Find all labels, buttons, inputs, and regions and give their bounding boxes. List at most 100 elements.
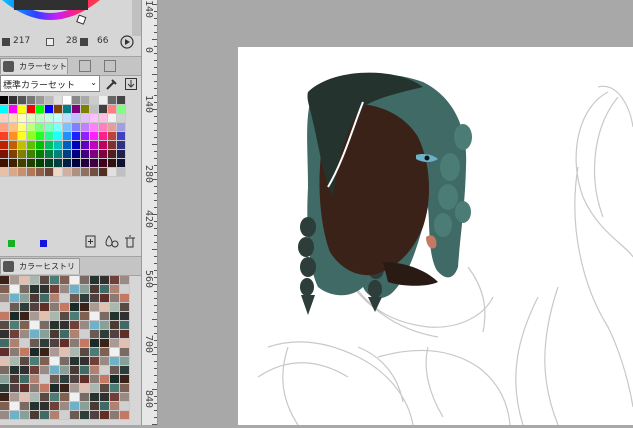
history-swatch[interactable] [60,339,70,348]
history-swatch[interactable] [50,330,60,339]
color-swatch[interactable] [0,96,9,105]
history-swatch[interactable] [70,357,80,366]
color-swatch[interactable] [117,141,126,150]
history-swatch[interactable] [60,357,70,366]
history-swatch[interactable] [100,285,110,294]
color-swatch[interactable] [18,96,27,105]
history-swatch[interactable] [100,357,110,366]
color-swatch[interactable] [54,105,63,114]
color-swatch[interactable] [36,150,45,159]
swatch-green[interactable] [8,240,15,247]
history-swatch[interactable] [40,366,50,375]
history-swatch[interactable] [80,384,90,393]
color-swatch[interactable] [27,141,36,150]
history-swatch[interactable] [30,285,40,294]
history-swatch[interactable] [30,402,40,411]
history-swatch[interactable] [110,375,120,384]
color-swatch[interactable] [36,132,45,141]
color-swatch[interactable] [27,105,36,114]
color-swatch[interactable] [9,105,18,114]
color-swatch[interactable] [54,150,63,159]
color-swatch[interactable] [90,105,99,114]
color-wheel[interactable] [0,0,141,36]
history-swatch[interactable] [110,393,120,402]
drop-icon[interactable] [103,235,119,248]
history-swatch[interactable] [120,402,130,411]
history-swatch[interactable] [10,303,20,312]
history-swatch[interactable] [70,303,80,312]
color-swatch[interactable] [0,114,9,123]
history-swatch[interactable] [100,393,110,402]
color-swatch[interactable] [54,123,63,132]
color-swatch[interactable] [0,132,9,141]
history-swatch[interactable] [0,348,10,357]
history-swatch[interactable] [90,384,100,393]
color-swatch[interactable] [0,105,9,114]
history-swatch[interactable] [90,357,100,366]
color-swatch[interactable] [27,123,36,132]
color-swatch[interactable] [108,105,117,114]
history-swatch[interactable] [40,312,50,321]
history-swatch[interactable] [40,303,50,312]
color-swatch[interactable] [90,159,99,168]
history-swatch[interactable] [70,294,80,303]
history-swatch[interactable] [20,384,30,393]
history-swatch[interactable] [100,411,110,420]
history-swatch[interactable] [120,375,130,384]
color-swatch[interactable] [72,159,81,168]
tab-color-set[interactable]: カラーセット [0,58,68,74]
color-swatch[interactable] [108,150,117,159]
history-swatch[interactable] [20,357,30,366]
color-swatch[interactable] [27,168,36,177]
color-swatch[interactable] [90,114,99,123]
history-swatch[interactable] [120,348,130,357]
history-swatch[interactable] [30,384,40,393]
hue-handle[interactable] [76,14,87,25]
history-swatch[interactable] [110,384,120,393]
color-swatch[interactable] [117,96,126,105]
history-swatch[interactable] [90,330,100,339]
color-swatch[interactable] [99,132,108,141]
history-swatch[interactable] [70,411,80,420]
color-swatch[interactable] [81,105,90,114]
color-swatch[interactable] [45,132,54,141]
history-swatch[interactable] [40,330,50,339]
color-swatch[interactable] [108,114,117,123]
history-swatch[interactable] [60,366,70,375]
color-swatch[interactable] [81,150,90,159]
swatch-blue[interactable] [40,240,47,247]
history-swatch[interactable] [20,366,30,375]
history-swatch[interactable] [90,411,100,420]
history-swatch[interactable] [0,285,10,294]
history-swatch[interactable] [80,366,90,375]
history-swatch[interactable] [50,366,60,375]
import-icon[interactable] [124,77,138,91]
history-swatch[interactable] [0,339,10,348]
history-swatch[interactable] [70,402,80,411]
history-swatch[interactable] [0,357,10,366]
history-swatch[interactable] [10,348,20,357]
color-swatch[interactable] [45,105,54,114]
history-swatch[interactable] [90,375,100,384]
color-swatch[interactable] [18,168,27,177]
eyedropper-icon[interactable] [104,77,118,91]
history-swatch[interactable] [60,294,70,303]
history-swatch[interactable] [20,339,30,348]
history-swatch[interactable] [40,321,50,330]
history-swatch[interactable] [50,411,60,420]
tab-color-history[interactable]: カラーヒストリー [0,258,80,287]
history-swatch[interactable] [90,294,100,303]
history-swatch[interactable] [50,276,60,285]
color-swatch[interactable] [27,114,36,123]
color-swatch[interactable] [90,132,99,141]
history-swatch[interactable] [50,384,60,393]
history-swatch[interactable] [90,348,100,357]
color-swatch[interactable] [9,141,18,150]
history-swatch[interactable] [80,321,90,330]
history-swatch[interactable] [60,375,70,384]
color-swatch[interactable] [45,150,54,159]
color-swatch[interactable] [99,114,108,123]
history-swatch[interactable] [0,303,10,312]
history-swatch[interactable] [100,375,110,384]
history-swatch[interactable] [70,276,80,285]
